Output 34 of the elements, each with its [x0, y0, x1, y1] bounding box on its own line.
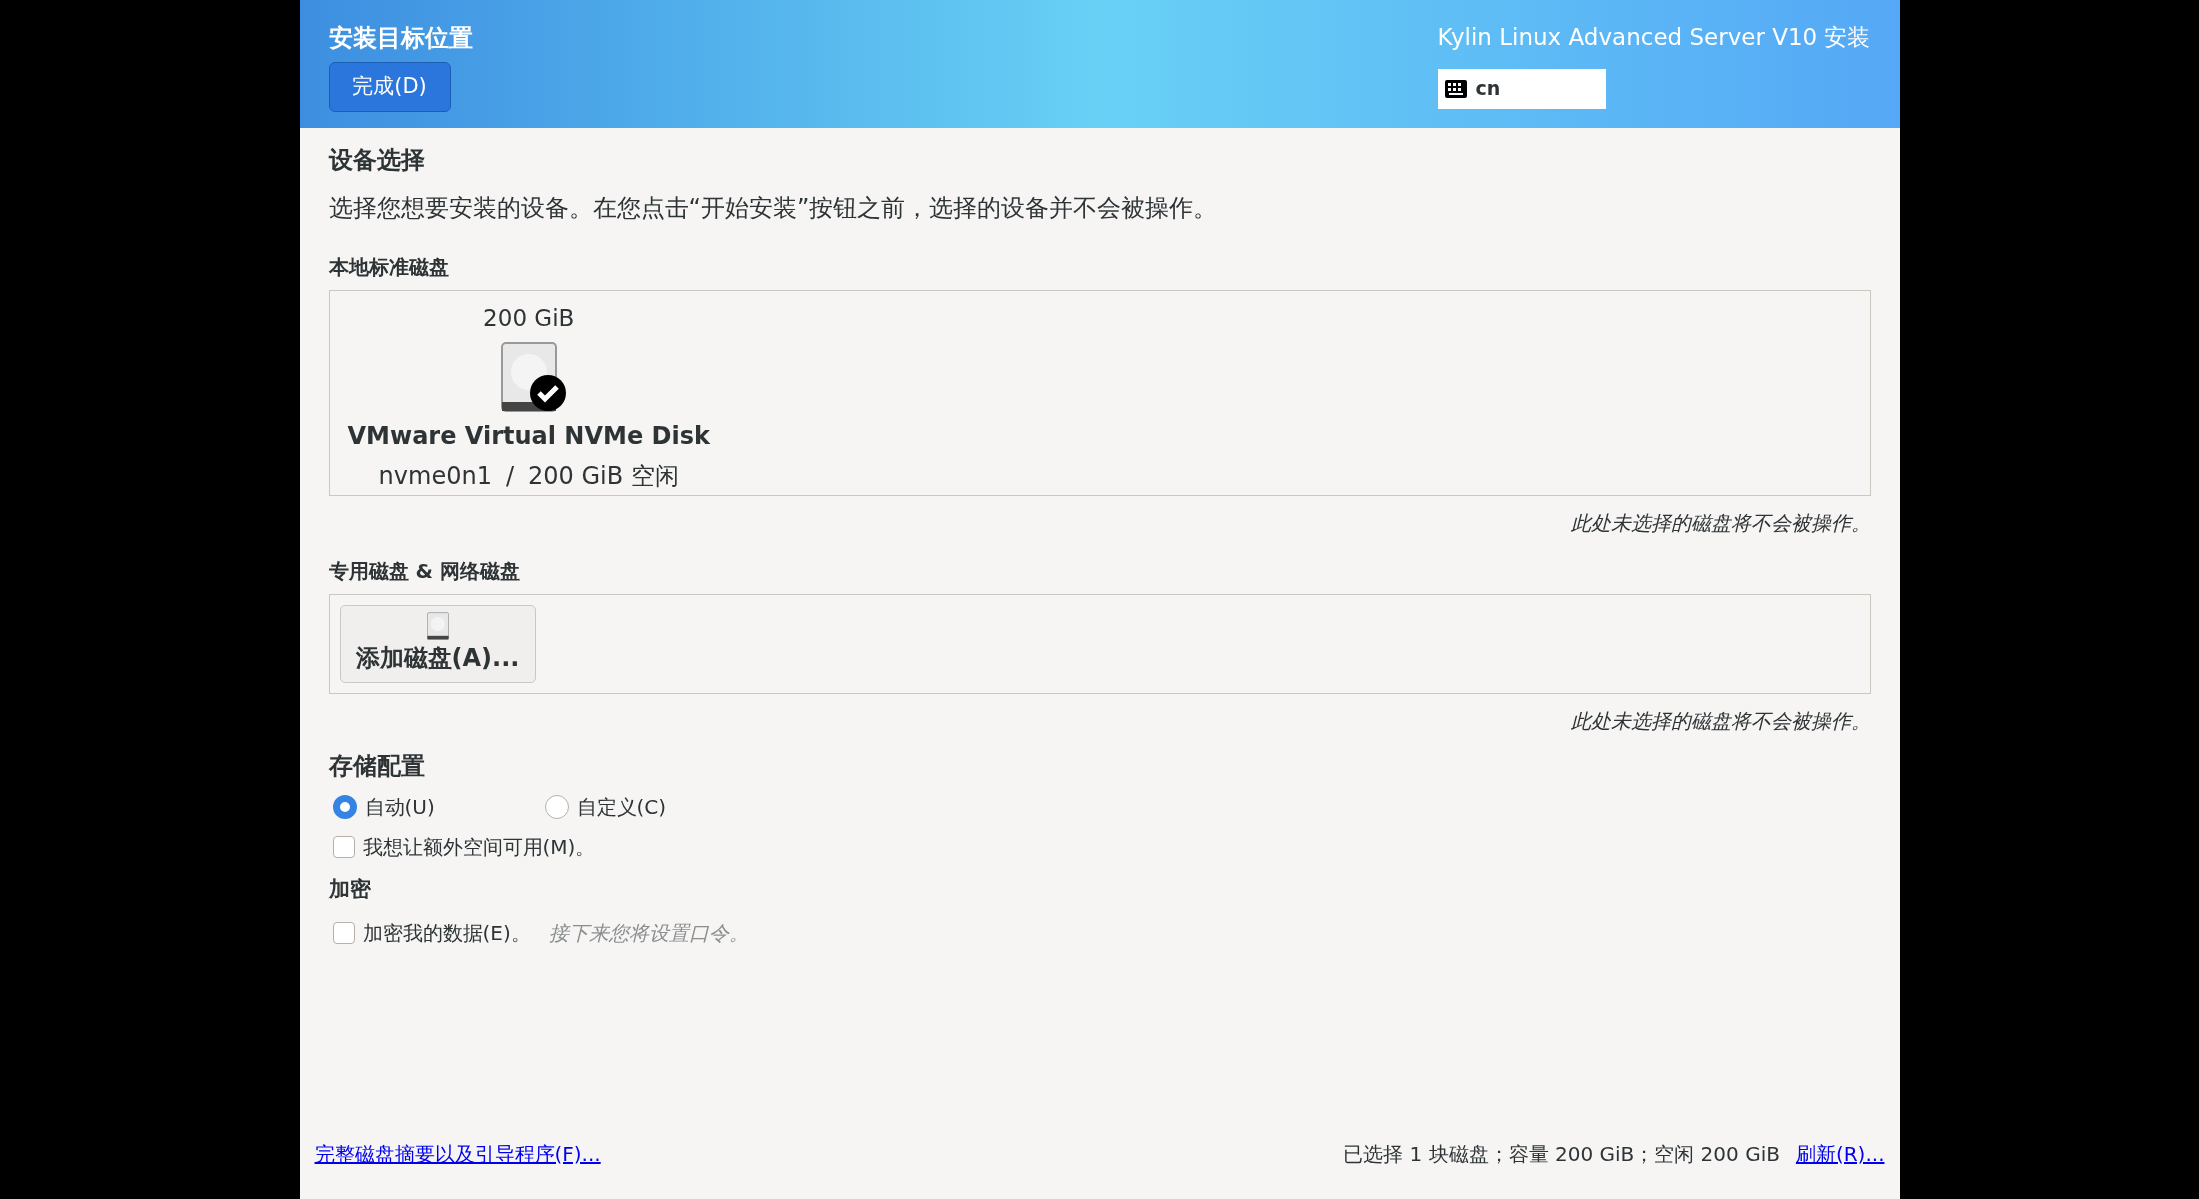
radio-label: 自动(U)	[364, 794, 435, 821]
section-title: 设备选择	[328, 145, 426, 176]
section-subtitle: 加密	[328, 876, 372, 903]
checkbox-label: 我想让额外空间可用(M)。	[362, 834, 596, 861]
page-title: 安装目标位置	[328, 23, 473, 54]
device-name: nvme0n1	[378, 460, 492, 492]
product-title: Kylin Linux Advanced Server V10 安装	[1437, 23, 1871, 52]
free-space: 200 GiB 空闲	[528, 460, 679, 492]
refresh-link[interactable]: 刷新(R)...	[1795, 1139, 1885, 1169]
keyboard-layout-field[interactable]: cn	[1437, 68, 1606, 109]
done-button[interactable]: 完成(D)	[328, 62, 451, 112]
radio-label: 自定义(C)	[576, 794, 667, 821]
path-separator: /	[505, 460, 514, 492]
add-disk-button[interactable]: 添加磁盘(A)...	[339, 605, 536, 683]
keyboard-layout-value: cn	[1475, 76, 1501, 102]
section-title: 存储配置	[328, 751, 426, 782]
note-text: 此处未选择的磁盘将不会被操作。	[1570, 510, 1871, 537]
disk-item[interactable]: 200 GiB VMware Virtual NVMe Disk nvme0n1 / 200 GiB 空闲	[347, 301, 710, 495]
section-subtitle: 专用磁盘 & 网络磁盘	[328, 558, 521, 585]
radio-button[interactable]	[332, 795, 357, 819]
checkbox[interactable]	[332, 921, 355, 944]
disk-size: 200 GiB	[483, 304, 575, 333]
disk-summary-link[interactable]: 完整磁盘摘要以及引导程序(F)...	[314, 1139, 601, 1169]
keyboard-icon	[1443, 78, 1468, 99]
disk-name: VMware Virtual NVMe Disk	[347, 420, 710, 452]
selection-status: 已选择 1 块磁盘；容量 200 GiB；空闲 200 GiB	[1343, 1141, 1780, 1168]
note-text: 此处未选择的磁盘将不会被操作。	[1570, 708, 1871, 735]
check-badge-icon	[528, 373, 567, 412]
checkbox[interactable]	[332, 836, 355, 858]
radio-button[interactable]	[544, 795, 569, 819]
checkbox-label: 加密我的数据(E)。	[362, 919, 531, 947]
description-text: 选择您想要安装的设备。在您点击“开始安装”按钮之前，选择的设备并不会被操作。	[328, 193, 1219, 224]
section-subtitle: 本地标准磁盘	[328, 254, 450, 281]
hint-text: 接下来您将设置口令。	[548, 919, 749, 947]
